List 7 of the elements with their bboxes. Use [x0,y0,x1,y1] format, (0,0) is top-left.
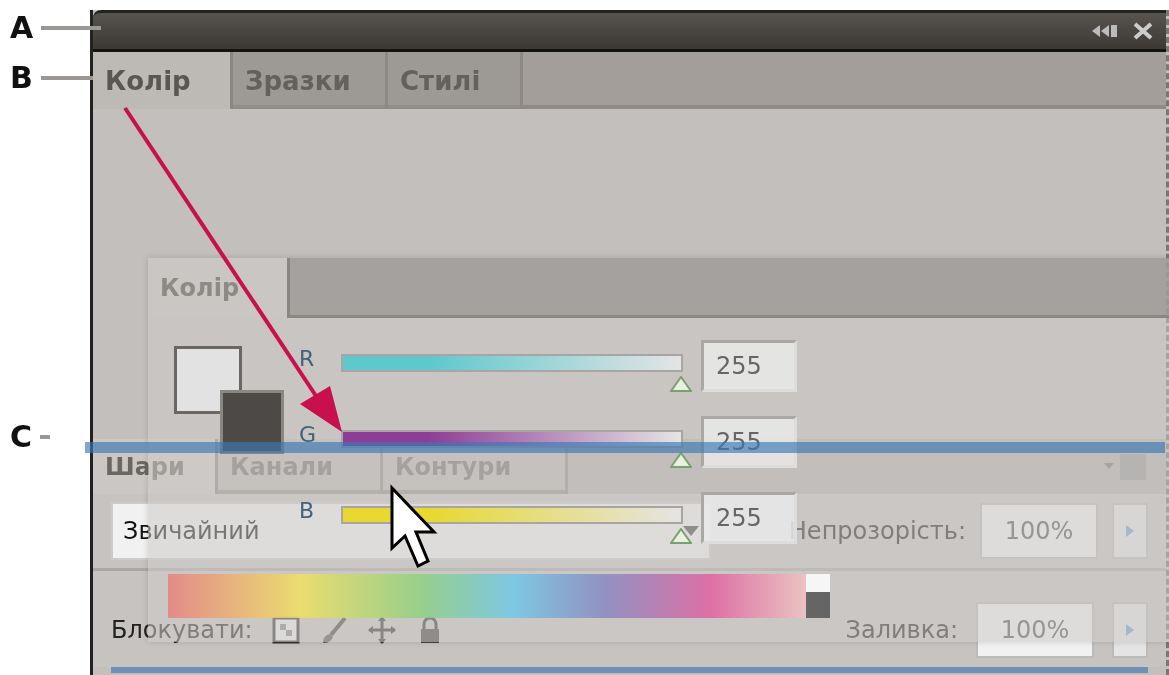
lock-label: Блокувати: [111,616,253,644]
channel-label: R [299,346,316,371]
callout-label: C [10,419,33,454]
callout-label: B [10,60,33,95]
callout-label: A [10,10,34,45]
channel-label: B [299,498,316,523]
fill-label: Заливка: [845,616,958,644]
